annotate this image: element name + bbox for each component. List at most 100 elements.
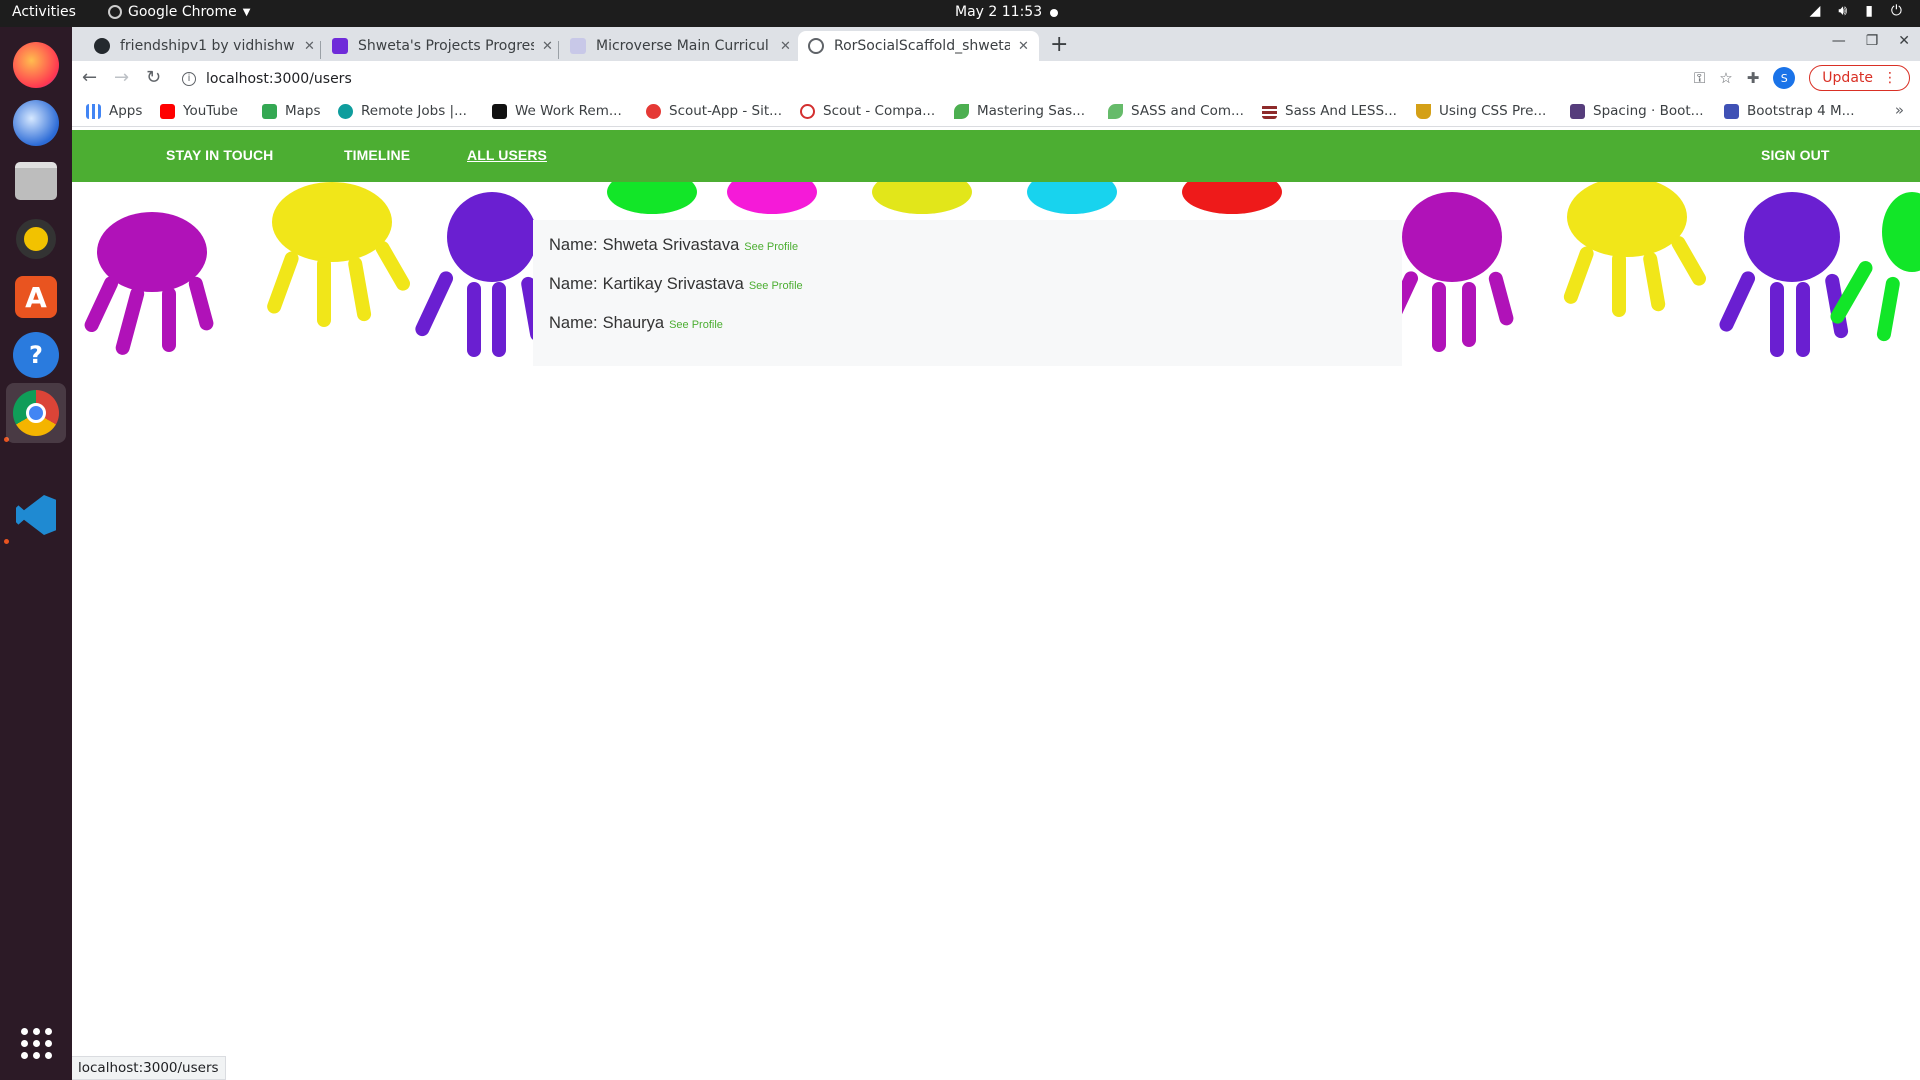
handprint-magenta bbox=[84, 212, 214, 355]
web-page: STAY IN TOUCH TIMELINE ALL USERS SIGN OU… bbox=[72, 130, 1920, 1060]
see-profile-link[interactable]: See Profile bbox=[749, 280, 803, 292]
site-info-icon[interactable]: i bbox=[182, 72, 196, 86]
bookmark-youtube[interactable]: YouTube bbox=[160, 103, 238, 119]
new-tab-button[interactable]: + bbox=[1050, 32, 1068, 57]
forward-icon[interactable]: → bbox=[114, 67, 129, 88]
close-icon[interactable]: ✕ bbox=[780, 39, 791, 54]
remote-jobs-icon bbox=[338, 103, 353, 119]
dock-vscode[interactable] bbox=[6, 485, 66, 545]
close-icon[interactable]: ✕ bbox=[304, 39, 315, 54]
bookmark-mastering-sass[interactable]: Mastering Sas... bbox=[954, 103, 1085, 119]
dock-chrome[interactable] bbox=[6, 383, 66, 443]
nav-sign-out[interactable]: SIGN OUT bbox=[1761, 147, 1829, 163]
notification-dot-icon bbox=[1050, 9, 1058, 17]
link-status-bar: localhost:3000/users bbox=[72, 1056, 226, 1080]
chevron-double-right-icon[interactable]: » bbox=[1895, 101, 1904, 119]
dock-thunderbird[interactable] bbox=[6, 93, 66, 153]
dock-firefox[interactable] bbox=[6, 35, 66, 95]
tab-title: friendshipv1 by vidhishw bbox=[120, 38, 295, 54]
extensions-icon[interactable]: ✚ bbox=[1747, 69, 1760, 87]
bookmark-bootstrap-4[interactable]: Bootstrap 4 M... bbox=[1724, 103, 1855, 119]
bookmark-label: Apps bbox=[109, 103, 143, 119]
handprint-red bbox=[1182, 182, 1282, 214]
handprint-purple bbox=[415, 192, 545, 357]
site-navbar: STAY IN TOUCH TIMELINE ALL USERS SIGN OU… bbox=[72, 130, 1920, 182]
wework-icon bbox=[492, 103, 507, 119]
tab-microverse[interactable]: Microverse Main Curricul ✕ bbox=[560, 31, 801, 61]
scout-icon bbox=[646, 103, 661, 119]
see-profile-link[interactable]: See Profile bbox=[744, 241, 798, 253]
dock-files[interactable] bbox=[6, 151, 66, 211]
bookmark-sass-and-less[interactable]: Sass And LESS... bbox=[1262, 103, 1397, 119]
app-menu[interactable]: Google Chrome ▼ bbox=[108, 4, 250, 20]
clock[interactable]: May 2 11:53 bbox=[955, 4, 1042, 20]
bookmark-using-css-pre[interactable]: Using CSS Pre... bbox=[1416, 103, 1546, 119]
bookmark-spacing-bootstrap[interactable]: Spacing · Boot... bbox=[1570, 103, 1704, 119]
star-icon[interactable]: ☆ bbox=[1719, 69, 1732, 87]
dock-rhythmbox[interactable] bbox=[6, 209, 66, 269]
toolbar-actions: ⚿ ☆ ✚ S Update ⋮ bbox=[1694, 65, 1910, 91]
user-name: Shaurya bbox=[602, 314, 665, 332]
close-icon[interactable]: ✕ bbox=[1018, 39, 1029, 54]
bootstrap-icon bbox=[1570, 103, 1585, 119]
see-profile-link[interactable]: See Profile bbox=[669, 319, 723, 331]
chrome-small-icon bbox=[108, 5, 122, 19]
bookmark-scout-compa[interactable]: Scout - Compa... bbox=[800, 103, 935, 119]
minimize-icon[interactable]: — bbox=[1832, 33, 1846, 49]
activities-button[interactable]: Activities bbox=[12, 4, 76, 20]
tab-divider bbox=[320, 41, 321, 59]
tab-friendship[interactable]: friendshipv1 by vidhishw ✕ bbox=[84, 31, 325, 61]
handprint-yellow-2 bbox=[872, 182, 972, 214]
address-bar[interactable]: i localhost:3000/users bbox=[182, 65, 1702, 93]
leaf-icon bbox=[954, 103, 969, 119]
bookmark-label: Bootstrap 4 M... bbox=[1747, 103, 1855, 119]
bookmark-apps[interactable]: Apps bbox=[86, 103, 142, 119]
update-button[interactable]: Update ⋮ bbox=[1809, 65, 1910, 91]
bookmark-sass-and-com[interactable]: SASS and Com... bbox=[1108, 103, 1244, 119]
restore-icon[interactable]: ❐ bbox=[1866, 33, 1879, 49]
bookmark-we-work[interactable]: We Work Rem... bbox=[492, 103, 622, 119]
power-icon: ⏻ bbox=[1890, 3, 1902, 19]
files-icon bbox=[15, 162, 57, 200]
battery-icon: ▮ bbox=[1865, 3, 1873, 19]
bookmark-label: Remote Jobs |... bbox=[361, 103, 467, 119]
apps-grid-icon bbox=[86, 103, 101, 119]
close-icon[interactable]: ✕ bbox=[542, 39, 553, 54]
dock-software[interactable]: A bbox=[6, 267, 66, 327]
system-tray[interactable]: ◢ 🔊︎ ▮ ⏻ bbox=[1810, 3, 1902, 19]
tab-ror-social[interactable]: RorSocialScaffold_shweta ✕ bbox=[798, 31, 1039, 61]
handprint-yellow bbox=[267, 182, 410, 327]
bookmark-maps[interactable]: Maps bbox=[262, 103, 321, 119]
caret-down-icon: ▼ bbox=[242, 6, 251, 18]
more-vert-icon: ⋮ bbox=[1883, 70, 1897, 86]
nav-stay-in-touch[interactable]: STAY IN TOUCH bbox=[166, 147, 273, 163]
bookmark-scout-app[interactable]: Scout-App - Sit... bbox=[646, 103, 782, 119]
nav-timeline[interactable]: TIMELINE bbox=[344, 147, 410, 163]
user-name-label: Name: bbox=[549, 314, 598, 332]
key-icon[interactable]: ⚿ bbox=[1694, 69, 1705, 87]
bookmark-label: SASS and Com... bbox=[1131, 103, 1244, 119]
handprint-magenta-2 bbox=[1384, 192, 1514, 352]
bookmark-remote-jobs[interactable]: Remote Jobs |... bbox=[338, 103, 467, 119]
bookmark-label: Spacing · Boot... bbox=[1593, 103, 1704, 119]
users-list-card: Name: Shweta Srivastava See Profile Name… bbox=[533, 220, 1402, 366]
close-window-icon[interactable]: ✕ bbox=[1898, 33, 1910, 49]
dock-show-apps[interactable] bbox=[6, 1013, 66, 1073]
software-icon: A bbox=[15, 276, 57, 318]
app-menu-label: Google Chrome bbox=[128, 4, 237, 20]
tab-shweta-projects[interactable]: Shweta's Projects Progres ✕ bbox=[322, 31, 563, 61]
tab-title: Microverse Main Curricul bbox=[596, 38, 769, 54]
back-icon[interactable]: ← bbox=[82, 67, 97, 88]
trophy-icon bbox=[1416, 103, 1431, 119]
bookmark-label: Sass And LESS... bbox=[1285, 103, 1397, 119]
profile-avatar[interactable]: S bbox=[1773, 67, 1796, 89]
chrome-icon bbox=[13, 390, 59, 436]
bookmark-label: We Work Rem... bbox=[515, 103, 622, 119]
reload-icon[interactable]: ↻ bbox=[146, 67, 161, 88]
update-label: Update bbox=[1822, 70, 1873, 86]
handprint-pink bbox=[727, 182, 817, 214]
dock-help[interactable]: ? bbox=[6, 325, 66, 385]
nav-all-users[interactable]: ALL USERS bbox=[467, 147, 547, 163]
thunderbird-icon bbox=[13, 100, 59, 146]
bookmark-label: Mastering Sas... bbox=[977, 103, 1086, 119]
